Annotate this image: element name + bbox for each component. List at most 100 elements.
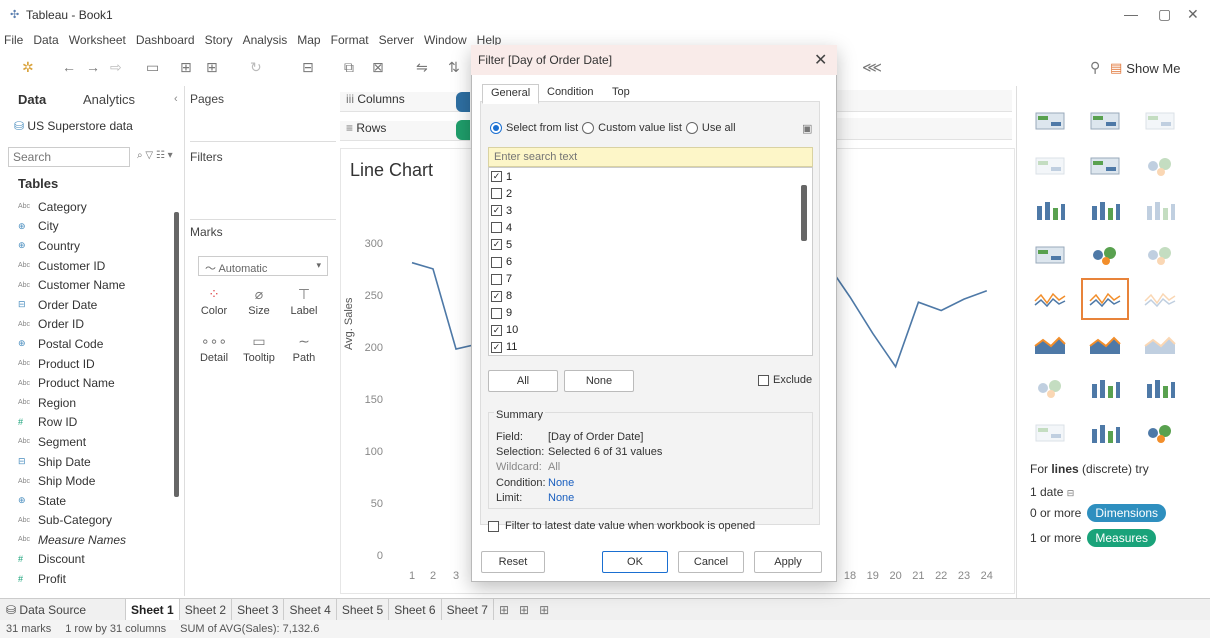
- tab-general[interactable]: General: [482, 84, 540, 104]
- path-button[interactable]: ∼ Path: [284, 330, 324, 372]
- detail-button[interactable]: ∘∘∘ Detail: [194, 330, 234, 372]
- menu-file[interactable]: File: [4, 30, 23, 50]
- field-item[interactable]: ⊕ City: [0, 217, 172, 237]
- latest-date-option[interactable]: Filter to latest date value when workboo…: [488, 520, 755, 532]
- scatter-plot-icon[interactable]: [1027, 368, 1073, 408]
- pie-chart-icon[interactable]: [1137, 146, 1183, 186]
- field-item[interactable]: # Row ID: [0, 413, 172, 433]
- color-button[interactable]: ⁘ Color: [194, 283, 234, 325]
- value-row[interactable]: 4: [489, 219, 812, 236]
- swap-icon[interactable]: ⇋: [416, 59, 428, 76]
- field-item[interactable]: Abc Customer ID: [0, 256, 172, 276]
- unchecked-checkbox[interactable]: [491, 273, 502, 285]
- datasource-item[interactable]: ⛁ US Superstore data: [14, 119, 133, 133]
- histogram-icon[interactable]: [1082, 368, 1128, 408]
- value-row[interactable]: ✓ 11: [489, 339, 812, 355]
- maximize-icon[interactable]: ▢: [1158, 6, 1171, 23]
- heat-map-icon[interactable]: [1082, 101, 1128, 141]
- side-by-side-circles-icon[interactable]: [1137, 235, 1183, 275]
- value-row[interactable]: ✓ 5: [489, 236, 812, 253]
- checked-checkbox[interactable]: ✓: [491, 341, 502, 353]
- packed-bubbles-icon[interactable]: [1137, 413, 1183, 453]
- field-item[interactable]: # Profit: [0, 569, 172, 589]
- tab-data[interactable]: Data: [18, 92, 46, 107]
- treemap-icon[interactable]: [1027, 235, 1073, 275]
- horizontal-bars-icon[interactable]: [1027, 190, 1073, 230]
- cancel-button[interactable]: Cancel: [678, 551, 744, 573]
- pages-card[interactable]: Pages: [190, 92, 336, 142]
- share-icon[interactable]: ⋘: [862, 59, 882, 76]
- value-row[interactable]: ✓ 8: [489, 288, 812, 305]
- unchecked-checkbox[interactable]: [491, 307, 502, 319]
- new-sheet-icon[interactable]: ⊞: [494, 599, 514, 621]
- exclude-checkbox[interactable]: [758, 374, 769, 386]
- new-datasource-icon[interactable]: ⊞: [180, 59, 192, 76]
- value-search-input[interactable]: [488, 147, 813, 167]
- tab-sheet-2[interactable]: Sheet 2: [180, 598, 233, 621]
- menu-map[interactable]: Map: [297, 30, 320, 50]
- field-item[interactable]: ⊕ State: [0, 491, 172, 511]
- search-input[interactable]: [8, 147, 130, 167]
- highlight-table-icon[interactable]: [1137, 101, 1183, 141]
- field-item[interactable]: Abc Segment: [0, 432, 172, 452]
- side-by-side-bars-icon[interactable]: [1137, 190, 1183, 230]
- all-button[interactable]: All: [488, 370, 558, 392]
- menu-worksheet[interactable]: Worksheet: [69, 30, 126, 50]
- field-item[interactable]: Abc Order ID: [0, 315, 172, 335]
- value-list-scrollbar[interactable]: [801, 185, 807, 241]
- menu-window[interactable]: Window: [424, 30, 467, 50]
- radio-use-all[interactable]: [685, 122, 698, 134]
- columns-shelf[interactable]: iii Columns: [340, 92, 470, 112]
- tooltip-button[interactable]: ▭ Tooltip: [239, 330, 279, 372]
- summary-condition-value[interactable]: None: [548, 477, 574, 489]
- duplicate-icon[interactable]: ⧉: [344, 59, 354, 76]
- dialog-close-icon[interactable]: ✕: [814, 50, 827, 70]
- area-continuous-icon[interactable]: [1027, 324, 1073, 364]
- tab-sheet-4[interactable]: Sheet 4: [284, 598, 337, 621]
- checked-checkbox[interactable]: ✓: [491, 324, 502, 336]
- field-item[interactable]: Abc Sub-Category: [0, 511, 172, 531]
- field-item[interactable]: Abc Ship Mode: [0, 471, 172, 491]
- collapse-pane-icon[interactable]: ‹: [174, 93, 178, 105]
- new-story-icon[interactable]: ⊞: [534, 599, 554, 621]
- value-row[interactable]: ✓ 10: [489, 322, 812, 339]
- lines-continuous-icon[interactable]: [1027, 279, 1073, 319]
- tab-analytics[interactable]: Analytics: [83, 92, 135, 107]
- tab-top[interactable]: Top: [604, 84, 638, 104]
- new-worksheet-icon[interactable]: ⊟: [302, 59, 314, 76]
- lines-discrete-icon[interactable]: [1081, 278, 1129, 320]
- menu-dashboard[interactable]: Dashboard: [136, 30, 195, 50]
- minimize-icon[interactable]: —: [1124, 6, 1138, 22]
- refresh-icon[interactable]: ↻: [250, 59, 262, 76]
- field-item[interactable]: ⊕ Country: [0, 236, 172, 256]
- value-row[interactable]: 9: [489, 305, 812, 322]
- checked-checkbox[interactable]: ✓: [491, 171, 502, 183]
- value-row[interactable]: ✓ 1: [489, 168, 812, 185]
- unchecked-checkbox[interactable]: [491, 188, 502, 200]
- symbol-map-icon[interactable]: [1027, 146, 1073, 186]
- tab-sheet-3[interactable]: Sheet 3: [232, 598, 285, 621]
- unchecked-checkbox[interactable]: [491, 256, 502, 268]
- tab-sheet-1[interactable]: Sheet 1: [126, 598, 180, 621]
- area-discrete-icon[interactable]: [1082, 324, 1128, 364]
- marks-type-select[interactable]: ～ Automatic ▾: [198, 256, 328, 276]
- clear-sheet-icon[interactable]: ⊠: [372, 59, 384, 76]
- field-item[interactable]: Abc Category: [0, 197, 172, 217]
- stacked-bars-icon[interactable]: [1082, 190, 1128, 230]
- datasource-menu-icon[interactable]: ⊞: [206, 59, 218, 76]
- rows-pill[interactable]: [456, 120, 470, 140]
- value-row[interactable]: 2: [489, 185, 812, 202]
- latest-date-checkbox[interactable]: [488, 520, 499, 532]
- menu-story[interactable]: Story: [205, 30, 233, 50]
- tab-sheet-5[interactable]: Sheet 5: [337, 598, 390, 621]
- value-row[interactable]: 6: [489, 253, 812, 270]
- field-list-scrollbar[interactable]: [174, 212, 179, 497]
- checked-checkbox[interactable]: ✓: [491, 290, 502, 302]
- reset-button[interactable]: Reset: [481, 551, 545, 573]
- unchecked-checkbox[interactable]: [491, 222, 502, 234]
- menu-server[interactable]: Server: [379, 30, 414, 50]
- field-item[interactable]: ⊕ Postal Code: [0, 334, 172, 354]
- radio-custom-value-list[interactable]: [582, 122, 595, 134]
- menu-format[interactable]: Format: [331, 30, 369, 50]
- dual-lines-icon[interactable]: [1137, 279, 1183, 319]
